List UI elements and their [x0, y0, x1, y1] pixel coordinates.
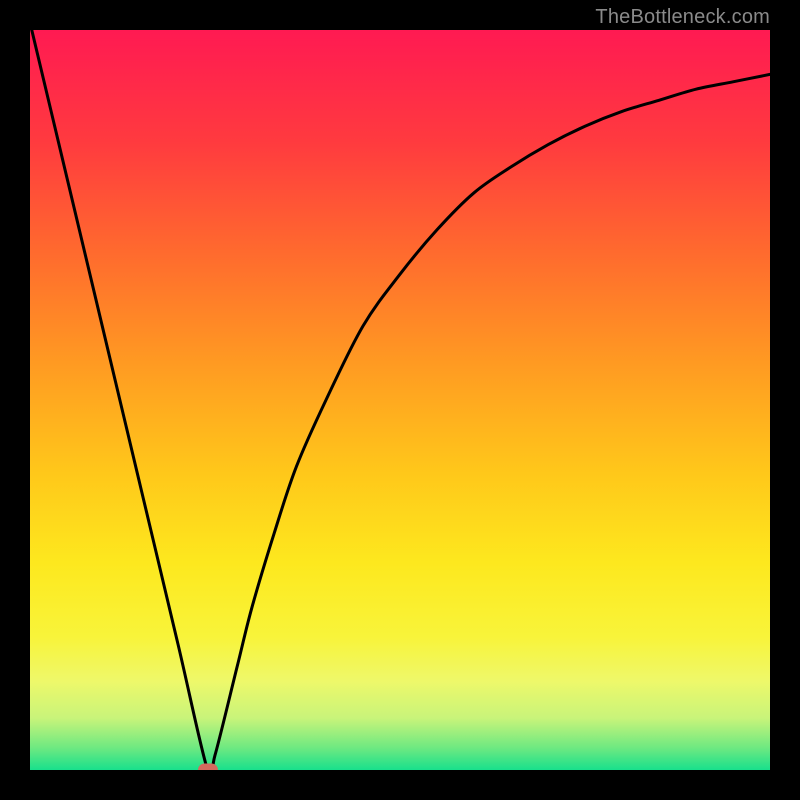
chart-frame: TheBottleneck.com [0, 0, 800, 800]
watermark-text: TheBottleneck.com [595, 6, 770, 29]
bottleneck-curve [30, 30, 770, 770]
optimal-point-marker [198, 764, 218, 771]
plot-area [30, 30, 770, 770]
